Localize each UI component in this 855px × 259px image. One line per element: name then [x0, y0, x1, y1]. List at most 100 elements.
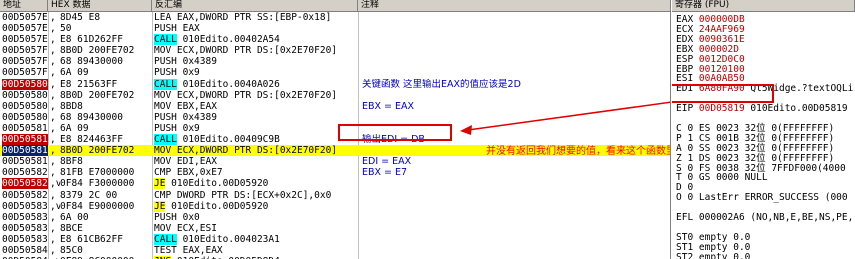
- row-disassembly: LEA EAX,DWORD PTR SS:[EBP-0x18]: [154, 12, 332, 23]
- register-value: 00D05819: [698, 103, 745, 115]
- row-marker: ‚: [50, 233, 56, 245]
- register-value: empty 0.0: [698, 251, 751, 259]
- row-hex: 68 89430000: [60, 111, 123, 123]
- disasm-row[interactable]: 00D50582D‚ 8379 2C 00 CMP DWORD PTR DS:[EC…: [0, 189, 670, 201]
- disasm-row[interactable]: 00D5057FE‚ 6A 09 PUSH 0x9: [0, 67, 670, 78]
- row-hex: 8D45 E8: [60, 12, 101, 23]
- row-disassembly: PUSH 0x4389: [154, 56, 217, 68]
- row-marker: ‚: [50, 34, 56, 46]
- row-disassembly: MOV ECX,DWORD PTR DS:[0x2E70F20]: [154, 45, 338, 57]
- row-hex: 0F84 F3000000: [60, 178, 135, 190]
- column-header-hex[interactable]: HEX 数据: [48, 0, 152, 12]
- disasm-row[interactable]: 00D505840‚ 85C0 TEST EAX,EAX: [0, 244, 670, 256]
- disasm-row[interactable]: 00D5057ED‚ 50 PUSH EAX: [0, 23, 670, 35]
- row-disassembly: CALL 010Edito.004023A1: [154, 233, 354, 245]
- row-hex: 0F84 E9000000: [60, 200, 135, 212]
- register-row[interactable]: ST2 empty 0.0: [676, 252, 750, 259]
- row-comment: EDI = EAX: [362, 156, 412, 168]
- row-address: 00D505821: [2, 167, 48, 179]
- column-header-disassembly[interactable]: 反汇编: [152, 0, 358, 12]
- column-header-comment[interactable]: 注释: [358, 0, 670, 12]
- column-header-address[interactable]: 地址: [0, 0, 48, 12]
- instruction-operand: 010Edito.0040A026: [176, 78, 280, 90]
- row-marker: ‚v: [50, 200, 60, 212]
- row-marker: ‚v: [50, 178, 60, 190]
- highlight-box-call-line: [338, 124, 452, 141]
- disasm-row[interactable]: 00D5057F3‚ 8B0D 200FE702 MOV ECX,DWORD PTR…: [0, 45, 670, 57]
- highlight-box-edi: [672, 84, 774, 103]
- disasm-row[interactable]: 00D505837‚ 6A 00 PUSH 0x0: [0, 211, 670, 223]
- disasm-row[interactable]: 00D505839‚ 8BCE MOV ECX,ESI: [0, 222, 670, 234]
- disasm-row[interactable]: 00D505821‚ 81FB E7000000 CMP EBX,0xE7 EBX =…: [0, 167, 670, 179]
- annotation-text: 并没有返回我们想要的值，看来这个函数里面还有其他操作: [486, 146, 671, 157]
- instruction-operand: 010Edito.00D05920: [165, 178, 269, 190]
- row-marker: ‚: [50, 89, 56, 101]
- row-disassembly: PUSH 0x0: [154, 211, 200, 223]
- row-comment: 关键函数 这里输出EAX的值应该是2D: [362, 78, 521, 90]
- register-value: 000002A6 (NO,NB,E,BE,NS,PE,: [698, 212, 854, 223]
- row-disassembly: TEST EAX,EAX: [154, 244, 223, 256]
- row-marker: ‚: [50, 78, 56, 90]
- row-disassembly: CALL 010Edito.00409C9B: [154, 134, 354, 146]
- row-hex: 8BF8: [60, 156, 83, 168]
- row-hex: 81FB E7000000: [60, 167, 135, 179]
- row-address: 00D505814: [2, 134, 48, 146]
- row-disassembly: JE 010Edito.00D05920: [154, 200, 354, 212]
- instruction-operand: 010Edito.00D05920: [165, 200, 269, 212]
- row-address: 00D505805: [2, 89, 48, 101]
- disasm-row[interactable]: 00D505831‚v0F84 E9000000 JE 010Edito.00D0…: [0, 200, 670, 212]
- instruction-keyword: JE: [154, 200, 166, 212]
- row-hex: 8BCE: [60, 222, 83, 234]
- row-disassembly: CALL 010Edito.00402A54: [154, 34, 354, 46]
- disasm-row[interactable]: 00D5057EA‚ 8D45 E8 LEA EAX,DWORD PTR SS:[E…: [0, 12, 670, 23]
- disasm-row[interactable]: 00D505827‚v0F84 F3000000 JE 010Edito.00D0…: [0, 178, 670, 190]
- register-name: EIP: [676, 103, 694, 115]
- row-marker: ‚: [50, 23, 56, 35]
- disasm-row[interactable]: 00D50583B‚ E8 61CB62FF CALL 010Edito.00402…: [0, 233, 670, 245]
- row-comment: EBX = E7: [362, 167, 408, 179]
- disassembly-pane[interactable]: 地址 HEX 数据 反汇编 注释 00D5057EA‚8D45 E8LEA EA…: [0, 0, 671, 259]
- row-hex: E8 824463FF: [60, 134, 123, 146]
- register-pane[interactable]: 寄存器 (FPU) EAX 000000DB ECX 24AAF969 EDX 00…: [672, 0, 855, 259]
- row-address: 00D50583B: [2, 233, 48, 245]
- register-name: O 0: [676, 192, 694, 204]
- row-address: 00D5057F9: [2, 56, 48, 68]
- row-marker: ‚: [50, 111, 56, 123]
- row-hex: E8 61CB62FF: [60, 233, 123, 245]
- row-disassembly: MOV ECX,ESI: [154, 222, 217, 234]
- row-address: 00D505812: [2, 122, 48, 134]
- row-address: 00D505840: [2, 244, 48, 256]
- register-row[interactable]: EFL 000002A6 (NO,NB,E,BE,NS,PE,: [676, 212, 853, 223]
- row-disassembly: JE 010Edito.00D05920: [154, 178, 354, 190]
- register-name: EFL: [676, 212, 694, 223]
- row-hex: 50: [60, 23, 72, 35]
- register-name: ST2: [676, 251, 694, 259]
- row-disassembly: PUSH 0x9: [154, 122, 200, 134]
- instruction-operand: 010Edito.004023A1: [176, 233, 280, 245]
- row-marker: ‚: [50, 134, 56, 146]
- row-marker: ‚: [50, 45, 56, 57]
- row-disassembly: MOV ECX,DWORD PTR DS:[0x2E70F20]: [154, 89, 338, 101]
- disasm-row[interactable]: 00D5057F9‚ 68 89430000 PUSH 0x4389: [0, 56, 670, 68]
- row-address: 00D50582D: [2, 189, 48, 201]
- register-row[interactable]: O 0 LastErr ERROR_SUCCESS (000: [676, 192, 848, 203]
- register-row[interactable]: EIP 00D05819 010Edito.00D05819: [676, 103, 848, 114]
- row-marker: ‚: [50, 122, 56, 134]
- row-marker: ‚: [50, 12, 56, 23]
- row-marker: ‚: [50, 56, 56, 68]
- row-address: 00D5057ED: [2, 23, 48, 35]
- disasm-row[interactable]: 00D50581F‚ 8BF8 MOV EDI,EAX EDI = EAX: [0, 156, 670, 168]
- row-address: 00D50581F: [2, 156, 48, 168]
- instruction-keyword: CALL: [154, 134, 177, 146]
- row-address: 00D5057F3: [2, 45, 48, 57]
- disasm-row[interactable]: 00D5057EE‚ E8 61D262FF CALL 010Edito.00402…: [0, 34, 670, 46]
- row-marker: ‚: [50, 167, 56, 179]
- row-marker: ‚: [50, 211, 56, 223]
- instruction-operand: 010Edito.00402A54: [176, 34, 280, 46]
- disasm-row[interactable]: 00D505800‚ E8 21563FF CALL 010Edito.0040A0…: [0, 78, 670, 90]
- row-marker: ‚: [50, 222, 56, 234]
- instruction-keyword: CALL: [154, 78, 177, 90]
- register-value: GS 0000 NULL: [698, 172, 768, 184]
- row-hex: 8379 2C 00: [60, 189, 118, 201]
- row-disassembly: CALL 010Edito.0040A026: [154, 78, 354, 90]
